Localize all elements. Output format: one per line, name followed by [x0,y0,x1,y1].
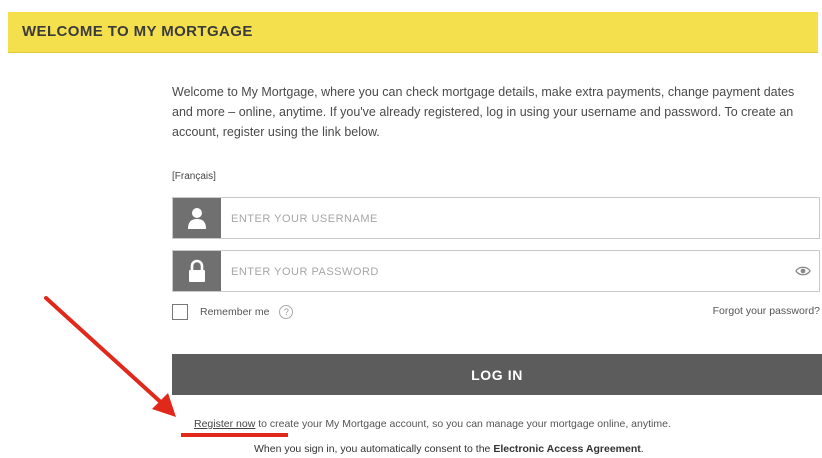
annotation-arrow-icon [44,296,176,417]
